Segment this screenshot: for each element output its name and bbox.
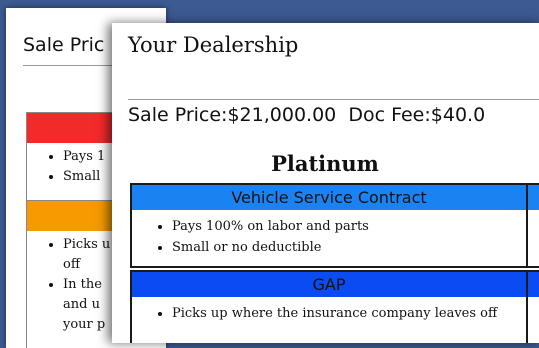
panel-header: Vehicle Service Contract bbox=[132, 185, 526, 210]
doc-fee-value: $40.0 bbox=[430, 104, 486, 126]
sale-price-label: Sale Price: bbox=[128, 104, 228, 126]
panel-header bbox=[528, 272, 539, 297]
list-item: Picks up where the insurance company lea… bbox=[172, 303, 518, 324]
foreground-window[interactable]: Your Dealership Sale Price:$21,000.00 Do… bbox=[112, 23, 539, 343]
page-title: Your Dealership bbox=[128, 33, 299, 57]
price-summary: Sale Price:$21,000.00 Doc Fee:$40.0 bbox=[128, 104, 485, 126]
panel-benefits-list: Picks up where the insurance company lea… bbox=[132, 303, 526, 324]
panel-header: GAP bbox=[132, 272, 526, 297]
panel-header bbox=[528, 185, 539, 210]
product-panel-vehicle-service-contract[interactable]: Vehicle Service Contract Pays 100% on la… bbox=[130, 183, 528, 268]
next-panel-edge bbox=[526, 183, 539, 268]
title-divider bbox=[128, 99, 539, 100]
tier-title: Platinum bbox=[271, 151, 379, 176]
list-item: Pays 100% on labor and parts bbox=[172, 216, 518, 237]
sale-price-value: $21,000.00 bbox=[227, 104, 337, 126]
doc-fee-label: Doc Fee: bbox=[348, 104, 431, 126]
list-item: Small or no deductible bbox=[172, 237, 518, 258]
product-panel-gap[interactable]: GAP Picks up where the insurance company… bbox=[130, 270, 528, 343]
panel-benefits-list: Pays 100% on labor and parts Small or no… bbox=[132, 216, 526, 258]
next-panel-edge bbox=[526, 270, 539, 343]
back-sale-price-label: Sale Pric bbox=[23, 34, 105, 56]
